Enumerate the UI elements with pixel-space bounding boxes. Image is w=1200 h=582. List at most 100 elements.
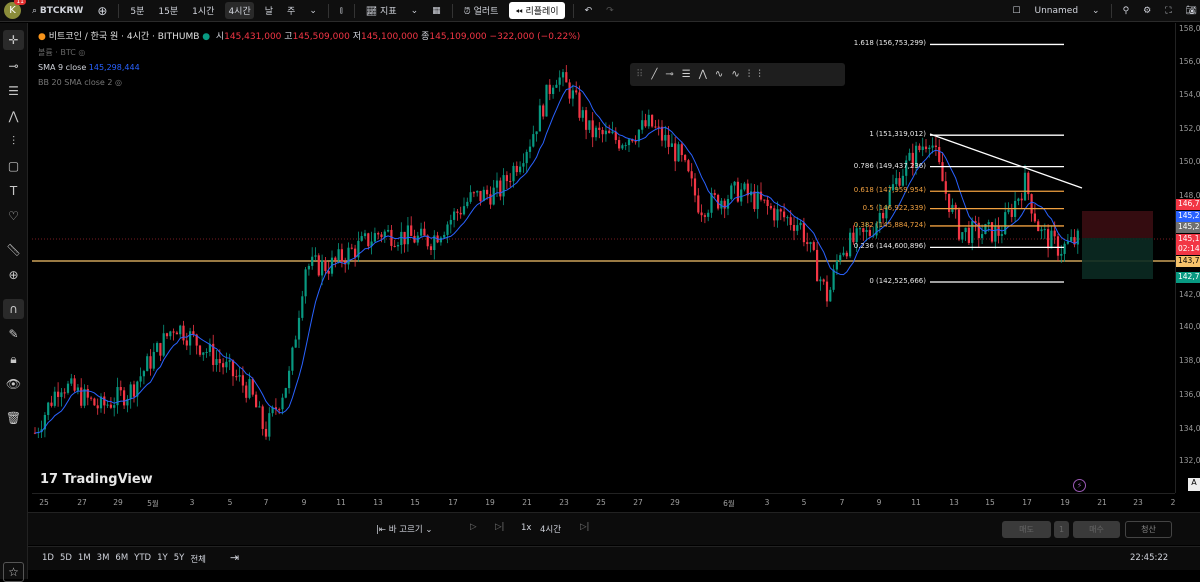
price-scale[interactable]: 158,000156,000154,000152,000150,000148,0… — [1175, 23, 1200, 493]
candle-body — [132, 384, 136, 397]
close-value: 145,109,000 — [429, 32, 487, 42]
candle-body — [868, 230, 871, 236]
candle-body — [634, 141, 637, 143]
candle-body — [512, 165, 515, 182]
select-bar-button[interactable]: |⇤ 바 고르기 ⌄ — [376, 523, 433, 535]
candle-body — [499, 180, 502, 197]
candle-body — [588, 120, 591, 130]
drag-handle-icon[interactable]: ⠿ — [636, 69, 643, 80]
price-tag: 145,2 — [1176, 222, 1200, 233]
candle-body — [1000, 234, 1003, 236]
candle-body — [202, 352, 205, 355]
candle-body — [1043, 229, 1046, 231]
candle-body — [439, 237, 442, 243]
date-tick: 21 — [1097, 498, 1107, 507]
buy-button[interactable]: 매수 — [1073, 521, 1120, 538]
camera-icon[interactable]: 📷︎ — [1183, 4, 1200, 18]
range-button[interactable]: 5Y — [174, 553, 185, 565]
goto-date-icon[interactable]: ⇥ — [230, 551, 239, 564]
fib-level-label: 0.618 (147,959,954) — [853, 186, 926, 195]
candle-body — [865, 230, 868, 233]
candle-body — [882, 212, 885, 219]
date-tick: 17 — [448, 498, 458, 507]
price-tick: 152,000 — [1179, 124, 1200, 133]
price-tag: 145,2 — [1176, 211, 1200, 222]
candle-body — [393, 245, 396, 247]
candle-body — [657, 126, 660, 128]
candle-body — [855, 228, 858, 243]
range-button[interactable]: 전체 — [190, 553, 206, 565]
eye-hidden-icon[interactable]: ◎ — [115, 78, 122, 87]
date-tick: 11 — [911, 498, 921, 507]
candle-body — [86, 389, 89, 398]
candle-body — [697, 195, 700, 213]
candle-body — [466, 201, 469, 207]
candle-body — [479, 190, 482, 202]
price-range-icon[interactable]: ⫶ — [758, 69, 761, 80]
candle-body — [621, 145, 624, 149]
candle-body — [255, 394, 258, 408]
elliott-wave-icon[interactable]: ∿ — [715, 69, 723, 80]
candle-body — [50, 402, 53, 406]
candle-body — [218, 359, 221, 364]
close-position-button[interactable]: 청산 — [1125, 521, 1172, 538]
step-forward-icon[interactable]: ▷| — [495, 522, 504, 532]
candle-body — [93, 398, 96, 406]
range-button[interactable]: 3M — [97, 553, 110, 565]
range-button[interactable]: 1D — [42, 553, 54, 565]
xabcd-pattern-icon[interactable]: ⋀ — [699, 69, 707, 80]
tradingview-logo[interactable]: 𝟭𝟳 TradingView — [40, 472, 153, 487]
candle-body — [535, 131, 538, 135]
speed-button[interactable]: 1x — [521, 523, 531, 533]
candle-body — [248, 379, 251, 398]
candle-body — [964, 227, 967, 233]
date-tick: 9 — [876, 498, 882, 507]
candle-body — [773, 208, 776, 221]
candle-body — [684, 155, 687, 161]
candle-body — [129, 384, 132, 400]
star-icon[interactable]: ☆ — [3, 562, 24, 582]
quantity-field[interactable]: 1 — [1054, 521, 1069, 538]
candle-body — [377, 233, 380, 235]
auto-scale-button[interactable]: A — [1188, 478, 1200, 491]
candle-body — [509, 181, 512, 183]
range-button[interactable]: 5D — [60, 553, 72, 565]
eye-hidden-icon[interactable]: ◎ — [78, 48, 85, 57]
sell-button[interactable]: 매도 — [1002, 521, 1051, 538]
candle-body — [311, 256, 314, 266]
candle-body — [842, 252, 845, 256]
candle-body — [70, 378, 73, 384]
candle-body — [693, 178, 697, 196]
candle-body — [733, 181, 736, 186]
time-axis[interactable]: 25 27 29 5월 3 5 7 9 11 13 15 17 19 21 23 25 27 29 6월 3 5 7 9 11… — [32, 493, 1175, 511]
candle-body — [898, 178, 901, 186]
candle-body — [182, 325, 185, 341]
trendline-icon[interactable]: ╱ — [651, 69, 657, 80]
candle-body — [472, 192, 475, 194]
jump-realtime-icon[interactable]: ▷| — [580, 522, 589, 532]
candle-body — [486, 189, 489, 195]
range-button[interactable]: 1M — [78, 553, 91, 565]
price-tick: 134,000 — [1179, 424, 1200, 433]
range-button[interactable]: 6M — [115, 553, 128, 565]
range-button[interactable]: 1Y — [157, 553, 168, 565]
play-icon[interactable]: ▷ — [470, 522, 477, 532]
horizontal-ray-icon[interactable]: ⊸ — [665, 69, 673, 80]
date-tick: 2 — [1170, 498, 1176, 507]
drawing-floating-toolbar: ⠿ ╱ ⊸ ☰ ⋀ ∿ ∿ ⫶ ⫶ — [630, 63, 845, 86]
candle-body — [519, 166, 522, 173]
fib-retracement-icon[interactable]: ☰ — [682, 69, 691, 80]
candle-body — [1033, 213, 1036, 222]
candle-body — [981, 234, 984, 239]
candle-body — [406, 225, 409, 245]
candle-body — [1053, 230, 1056, 237]
range-button[interactable]: YTD — [134, 553, 151, 565]
candle-body — [245, 385, 248, 398]
candle-body — [80, 387, 83, 406]
replay-interval-button[interactable]: 4시간 — [540, 523, 561, 535]
lightning-icon[interactable]: ⚡︎ — [1073, 479, 1086, 492]
abc-wave-icon[interactable]: ∿ — [731, 69, 739, 80]
candle-body — [585, 110, 588, 130]
date-range-icon[interactable]: ⫶ — [748, 69, 751, 80]
candle-body — [769, 206, 772, 209]
